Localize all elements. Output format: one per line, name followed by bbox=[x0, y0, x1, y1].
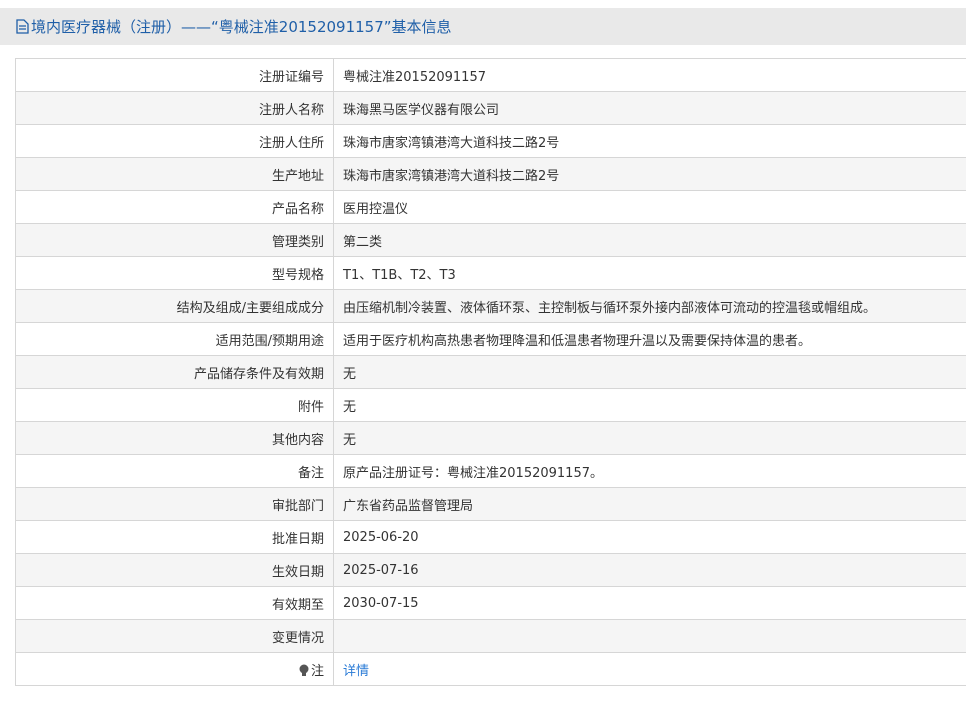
note-label-cell: 注 bbox=[15, 652, 334, 686]
field-value: 医用控温仪 bbox=[333, 190, 966, 224]
field-label: 附件 bbox=[15, 388, 334, 422]
table-row: 产品储存条件及有效期 无 bbox=[15, 355, 966, 389]
info-table: 注册证编号 粤械注准20152091157 注册人名称 珠海黑马医学仪器有限公司注… bbox=[15, 58, 966, 686]
page-title: 境内医疗器械（注册）——“粤械注准20152091157”基本信息 bbox=[31, 18, 452, 36]
field-label: 产品储存条件及有效期 bbox=[15, 355, 334, 389]
field-value: 珠海市唐家湾镇港湾大道科技二路2号 bbox=[333, 124, 966, 158]
field-value: T1、T1B、T2、T3 bbox=[333, 256, 966, 290]
field-label: 产品名称 bbox=[15, 190, 334, 224]
table-row: 生效日期 2025-07-16 bbox=[15, 553, 966, 587]
field-label: 管理类别 bbox=[15, 223, 334, 257]
table-row: 型号规格 T1、T1B、T2、T3 bbox=[15, 256, 966, 290]
note-value-cell: 详情 bbox=[333, 652, 966, 686]
field-label: 生产地址 bbox=[15, 157, 334, 191]
field-label: 变更情况 bbox=[15, 619, 334, 653]
field-label: 注册证编号 bbox=[15, 58, 334, 92]
field-label: 有效期至 bbox=[15, 586, 334, 620]
table-row: 注册证编号 粤械注准20152091157 bbox=[15, 58, 966, 92]
field-label: 适用范围/预期用途 bbox=[15, 322, 334, 356]
table-row: 注册人名称 珠海黑马医学仪器有限公司 bbox=[15, 91, 966, 125]
table-row: 批准日期 2025-06-20 bbox=[15, 520, 966, 554]
field-value: 无 bbox=[333, 421, 966, 455]
table-row: 变更情况 bbox=[15, 619, 966, 653]
table-row: 有效期至 2030-07-15 bbox=[15, 586, 966, 620]
table-row-note: 注 详情 bbox=[15, 652, 966, 686]
field-label: 注册人名称 bbox=[15, 91, 334, 125]
table-row: 结构及组成/主要组成成分 由压缩机制冷装置、液体循环泵、主控制板与循环泵外接内部… bbox=[15, 289, 966, 323]
field-value: 原产品注册证号：粤械注准20152091157。 bbox=[333, 454, 966, 488]
field-value: 珠海市唐家湾镇港湾大道科技二路2号 bbox=[333, 157, 966, 191]
table-row: 注册人住所 珠海市唐家湾镇港湾大道科技二路2号 bbox=[15, 124, 966, 158]
details-link[interactable]: 详情 bbox=[343, 664, 369, 679]
field-value: 由压缩机制冷装置、液体循环泵、主控制板与循环泵外接内部液体可流动的控温毯或帽组成… bbox=[333, 289, 966, 323]
field-value: 2030-07-15 bbox=[333, 586, 966, 620]
field-value: 无 bbox=[333, 388, 966, 422]
table-row: 适用范围/预期用途 适用于医疗机构高热患者物理降温和低温患者物理升温以及需要保持… bbox=[15, 322, 966, 356]
field-label: 注册人住所 bbox=[15, 124, 334, 158]
field-value: 第二类 bbox=[333, 223, 966, 257]
field-label: 其他内容 bbox=[15, 421, 334, 455]
table-row: 生产地址 珠海市唐家湾镇港湾大道科技二路2号 bbox=[15, 157, 966, 191]
field-value: 2025-06-20 bbox=[333, 520, 966, 554]
field-label: 型号规格 bbox=[15, 256, 334, 290]
table-row: 附件 无 bbox=[15, 388, 966, 422]
table-row: 管理类别 第二类 bbox=[15, 223, 966, 257]
field-value: 无 bbox=[333, 355, 966, 389]
note-label: 注 bbox=[310, 663, 324, 679]
field-value: 珠海黑马医学仪器有限公司 bbox=[333, 91, 966, 125]
table-row: 产品名称 医用控温仪 bbox=[15, 190, 966, 224]
field-label: 备注 bbox=[15, 454, 334, 488]
field-value: 2025-07-16 bbox=[333, 553, 966, 587]
field-value bbox=[333, 619, 966, 653]
page-title-bar: 境内医疗器械（注册）——“粤械注准20152091157”基本信息 bbox=[0, 8, 966, 45]
field-label: 结构及组成/主要组成成分 bbox=[15, 289, 334, 323]
lightbulb-icon bbox=[299, 664, 309, 676]
table-row: 审批部门 广东省药品监督管理局 bbox=[15, 487, 966, 521]
field-label: 批准日期 bbox=[15, 520, 334, 554]
document-icon bbox=[16, 19, 29, 34]
table-row: 其他内容 无 bbox=[15, 421, 966, 455]
field-label: 审批部门 bbox=[15, 487, 334, 521]
field-value: 适用于医疗机构高热患者物理降温和低温患者物理升温以及需要保持体温的患者。 bbox=[333, 322, 966, 356]
field-label: 生效日期 bbox=[15, 553, 334, 587]
field-value: 广东省药品监督管理局 bbox=[333, 487, 966, 521]
table-row: 备注 原产品注册证号：粤械注准20152091157。 bbox=[15, 454, 966, 488]
field-value: 粤械注准20152091157 bbox=[333, 58, 966, 92]
